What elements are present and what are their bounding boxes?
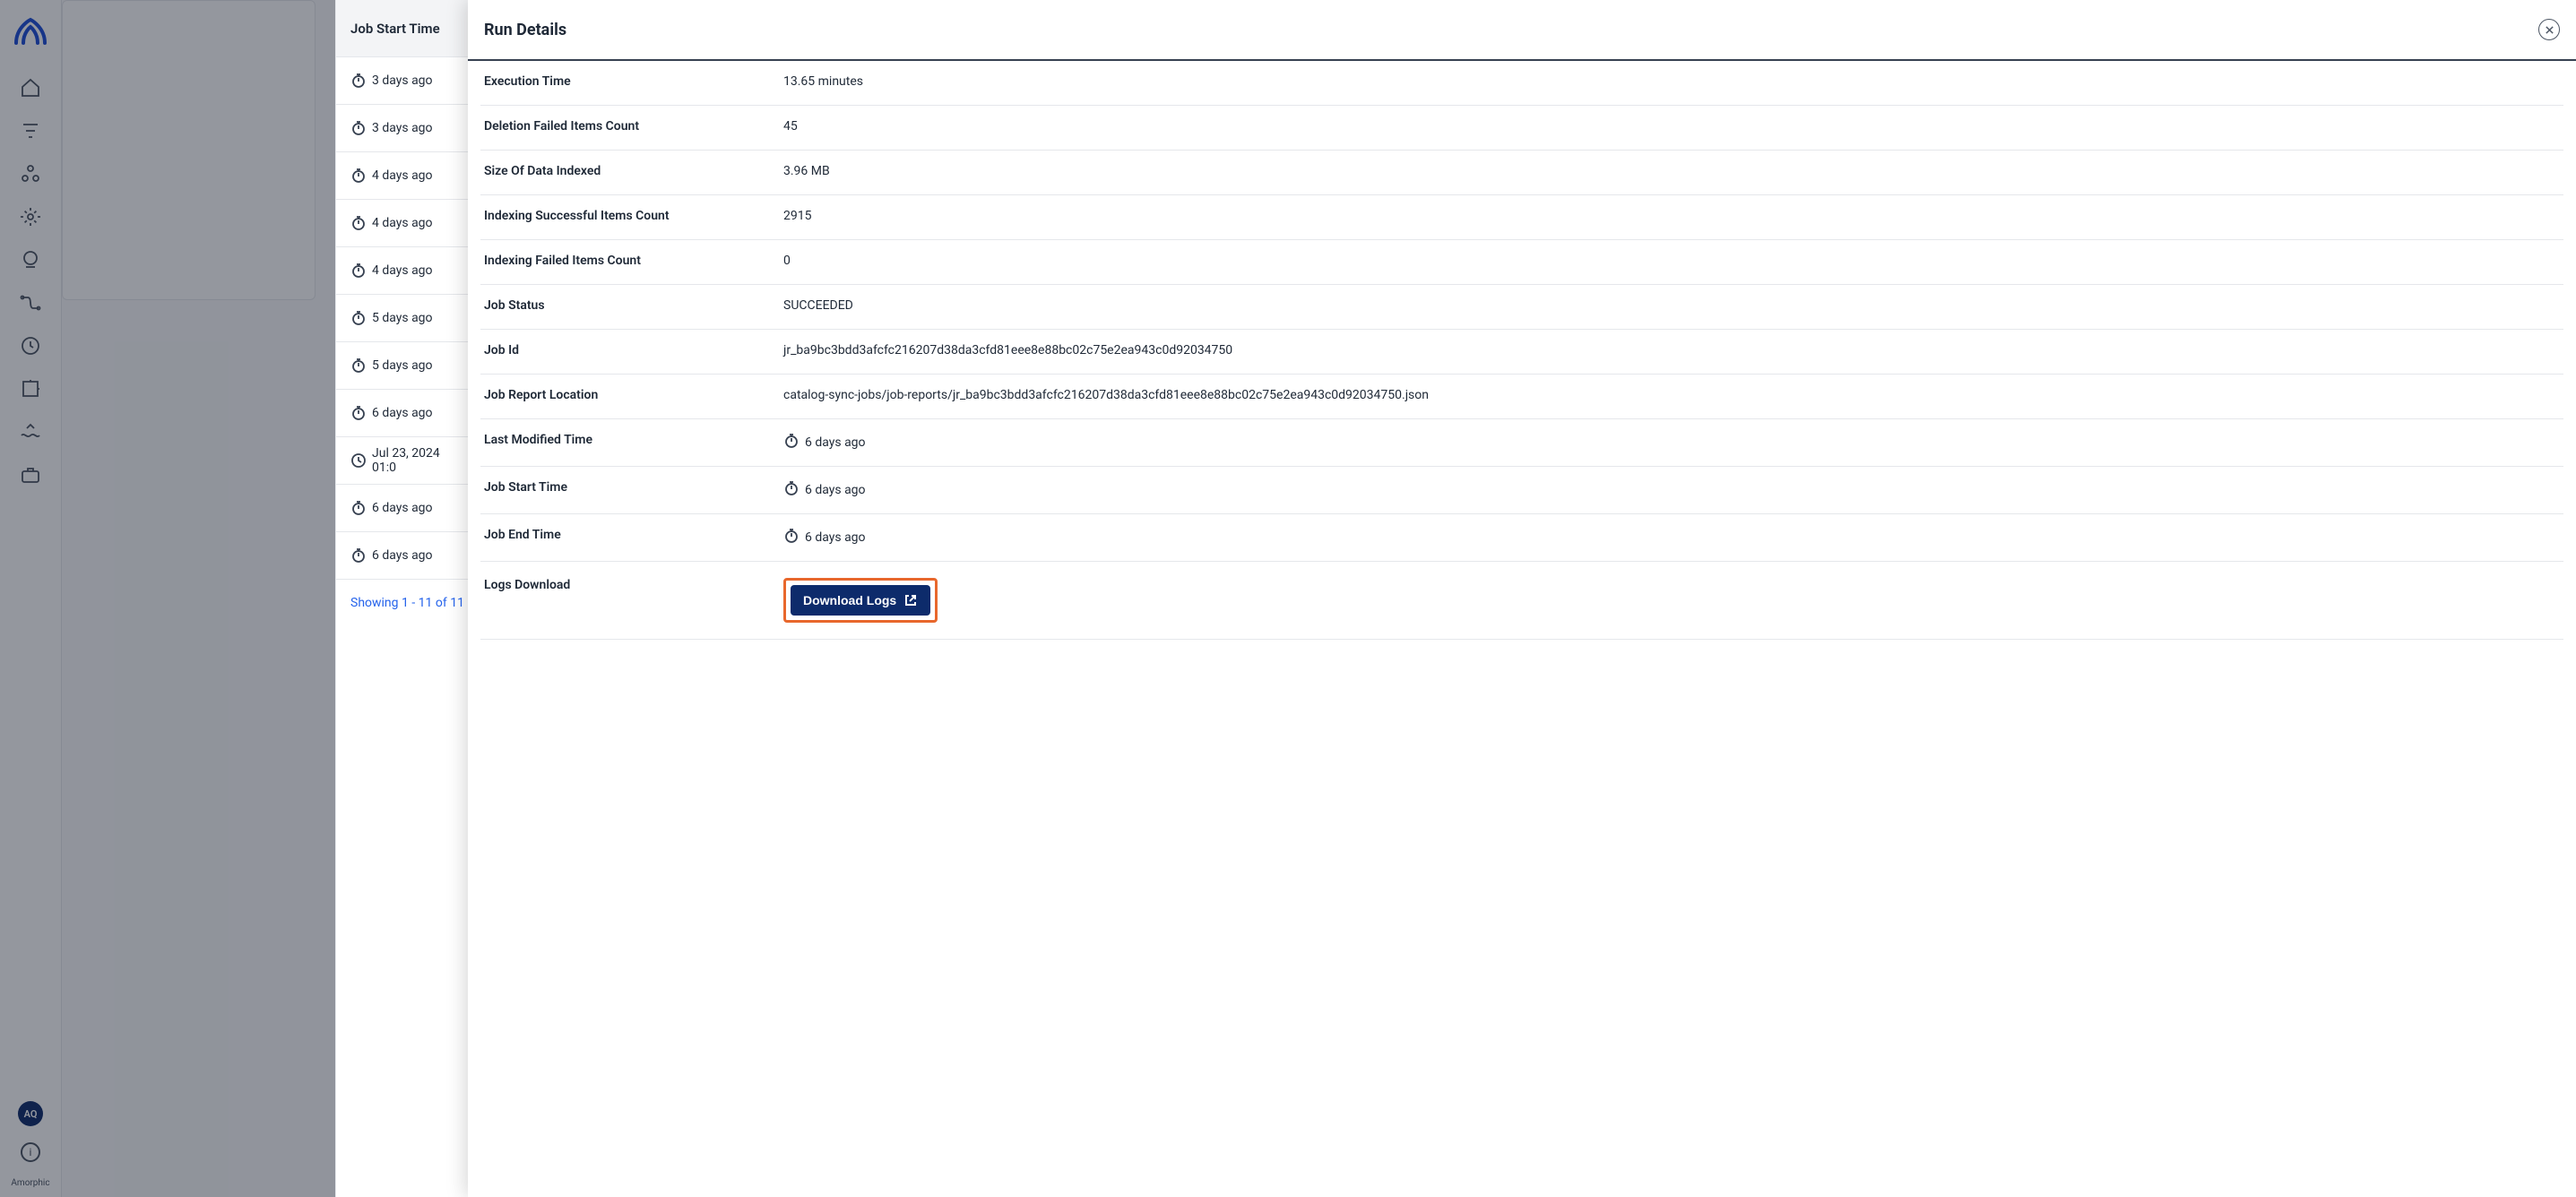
detail-value: catalog-sync-jobs/job-reports/jr_ba9bc3b… [783,388,2560,402]
panel-body: Execution Time13.65 minutesDeletion Fail… [468,61,2576,1197]
row-text: Jul 23, 2024 01:0 [372,446,464,475]
table-row[interactable]: 3 days ago [336,105,479,152]
table-row[interactable]: 6 days ago [336,390,479,437]
table-row[interactable]: 6 days ago [336,485,479,532]
detail-value: 6 days ago [783,433,2560,452]
download-highlight: Download Logs [783,578,938,623]
detail-value: 6 days ago [783,480,2560,500]
detail-row: Job End Time6 days ago [480,514,2563,562]
detail-label: Job Report Location [484,388,783,402]
detail-label: Indexing Successful Items Count [484,209,783,223]
pagination-status: Showing 1 - 11 of 11 [336,580,479,626]
detail-row: Size Of Data Indexed3.96 MB [480,151,2563,195]
row-text: 5 days ago [372,358,433,373]
stopwatch-icon [350,310,367,326]
logs-download-row: Logs Download Download Logs [480,562,2563,640]
detail-label: Job Start Time [484,480,783,495]
detail-row: Job Idjr_ba9bc3bdd3afcfc216207d38da3cfd8… [480,330,2563,375]
download-logs-label: Download Logs [803,593,896,607]
stopwatch-icon [350,405,367,421]
table-row[interactable]: 5 days ago [336,342,479,390]
detail-value: 45 [783,119,2560,133]
clock-icon [350,452,367,469]
row-text: 4 days ago [372,168,433,183]
detail-label: Job Status [484,298,783,313]
detail-label: Deletion Failed Items Count [484,119,783,133]
detail-label: Job Id [484,343,783,357]
row-text: 3 days ago [372,121,433,135]
stopwatch-icon [783,433,800,452]
detail-row: Last Modified Time6 days ago [480,419,2563,467]
logs-download-label: Logs Download [484,578,783,592]
detail-value: SUCCEEDED [783,298,2560,313]
stopwatch-icon [350,120,367,136]
detail-label: Job End Time [484,528,783,542]
job-list-column: Job Start Time 3 days ago 3 days ago 4 day… [335,0,479,1197]
row-text: 6 days ago [372,406,433,420]
stopwatch-icon [783,480,800,500]
table-row[interactable]: Jul 23, 2024 01:0 [336,437,479,485]
row-text: 5 days ago [372,311,433,325]
detail-row: Job Start Time6 days ago [480,467,2563,514]
detail-label: Last Modified Time [484,433,783,447]
stopwatch-icon [350,215,367,231]
panel-header: Run Details [468,0,2576,61]
table-row[interactable]: 4 days ago [336,200,479,247]
detail-label: Indexing Failed Items Count [484,254,783,268]
detail-value: 6 days ago [783,528,2560,547]
detail-value: 0 [783,254,2560,268]
detail-row: Job StatusSUCCEEDED [480,285,2563,330]
stopwatch-icon [350,547,367,564]
download-logs-button[interactable]: Download Logs [791,585,930,616]
detail-label: Execution Time [484,74,783,89]
detail-row: Job Report Locationcatalog-sync-jobs/job… [480,375,2563,419]
detail-row: Execution Time13.65 minutes [480,61,2563,106]
row-text: 4 days ago [372,216,433,230]
stopwatch-icon [350,263,367,279]
stopwatch-icon [350,500,367,516]
panel-title: Run Details [484,21,566,39]
stopwatch-icon [350,73,367,89]
table-row[interactable]: 3 days ago [336,57,479,105]
stopwatch-icon [350,168,367,184]
close-button[interactable] [2538,19,2560,40]
row-text: 4 days ago [372,263,433,278]
detail-value: 13.65 minutes [783,74,2560,89]
table-row[interactable]: 4 days ago [336,152,479,200]
detail-row: Indexing Failed Items Count0 [480,240,2563,285]
detail-row: Deletion Failed Items Count45 [480,106,2563,151]
detail-label: Size Of Data Indexed [484,164,783,178]
row-text: 3 days ago [372,73,433,88]
detail-value: 3.96 MB [783,164,2560,178]
table-row[interactable]: 4 days ago [336,247,479,295]
external-link-icon [903,593,918,607]
stopwatch-icon [783,528,800,547]
detail-value: jr_ba9bc3bdd3afcfc216207d38da3cfd81eee8e… [783,343,2560,357]
row-text: 6 days ago [372,501,433,515]
table-row[interactable]: 5 days ago [336,295,479,342]
detail-row: Indexing Successful Items Count2915 [480,195,2563,240]
run-details-panel: Run Details Execution Time13.65 minutesD… [468,0,2576,1197]
stopwatch-icon [350,357,367,374]
column-header: Job Start Time [336,0,479,57]
table-row[interactable]: 6 days ago [336,532,479,580]
detail-value: 2915 [783,209,2560,223]
row-text: 6 days ago [372,548,433,563]
